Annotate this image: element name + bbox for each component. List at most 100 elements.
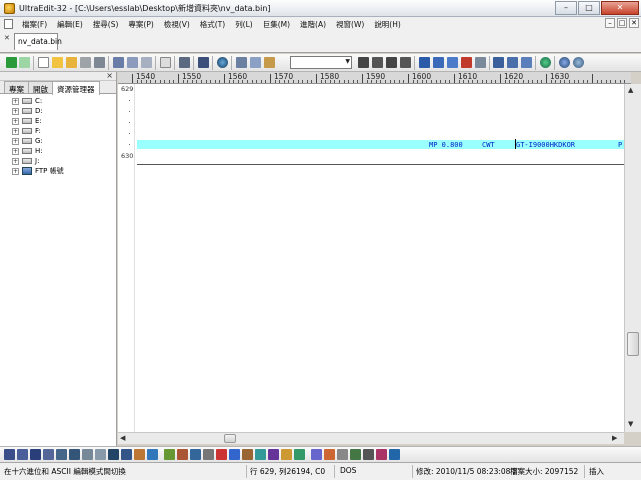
tree-item-e[interactable]: + E: (12, 116, 116, 126)
tree-item-j[interactable]: + J: (12, 156, 116, 166)
scroll-right-icon[interactable]: ▶ (612, 434, 617, 442)
menu-file[interactable]: 檔案(F) (17, 19, 52, 30)
open-folder-alt-icon[interactable] (66, 57, 77, 68)
tile-windows-icon[interactable] (521, 57, 532, 68)
underline-icon[interactable] (30, 449, 41, 460)
print-icon[interactable] (113, 57, 124, 68)
tab-close-icon[interactable]: ✕ (4, 34, 10, 42)
paste-icon[interactable] (264, 57, 275, 68)
css-icon[interactable] (255, 449, 266, 460)
media-icon[interactable] (294, 449, 305, 460)
list-ordered-icon[interactable] (56, 449, 67, 460)
menu-project[interactable]: 專案(P) (123, 19, 158, 30)
pane-close-icon[interactable]: × (106, 71, 113, 80)
menu-help[interactable]: 說明(H) (369, 19, 406, 30)
expand-plus-icon[interactable]: + (12, 147, 19, 155)
align-center-icon[interactable] (108, 449, 119, 460)
checkbox-icon[interactable] (337, 449, 348, 460)
special-char-icon[interactable] (376, 449, 387, 460)
page-setup-icon[interactable] (141, 57, 152, 68)
align-left-icon[interactable] (95, 449, 106, 460)
save-icon[interactable] (94, 57, 105, 68)
tree-item-g[interactable]: + G: (12, 136, 116, 146)
print-preview-icon[interactable] (127, 57, 138, 68)
expand-plus-icon[interactable]: + (12, 167, 19, 175)
context-help-icon[interactable] (573, 57, 584, 68)
list-unordered-icon[interactable] (43, 449, 54, 460)
tab-nv-data-bin[interactable]: nv_data.bin (14, 33, 62, 50)
close-button[interactable]: ✕ (601, 1, 639, 15)
mdi-close-button[interactable]: ✕ (629, 18, 639, 28)
browser-icon[interactable] (217, 57, 228, 68)
back-arrow-icon[interactable] (6, 57, 17, 68)
align-right-icon[interactable] (121, 449, 132, 460)
horizontal-scroll-thumb[interactable] (224, 434, 236, 443)
tree-item-h[interactable]: + H: (12, 146, 116, 156)
vertical-scroll-thumb[interactable] (627, 332, 639, 356)
radio-icon[interactable] (350, 449, 361, 460)
open-folder-icon[interactable] (52, 57, 63, 68)
goto-icon[interactable] (475, 57, 486, 68)
mdi-restore-button[interactable]: □ (617, 18, 627, 28)
frame-icon[interactable] (281, 449, 292, 460)
expand-plus-icon[interactable]: + (12, 137, 19, 145)
web-icon[interactable] (540, 57, 551, 68)
menu-window[interactable]: 視窗(W) (331, 19, 369, 30)
copy-icon[interactable] (250, 57, 261, 68)
new-file-icon[interactable] (38, 57, 49, 68)
script-icon[interactable] (268, 449, 279, 460)
indent-icon[interactable] (69, 449, 80, 460)
expand-plus-icon[interactable]: + (12, 127, 19, 135)
horizontal-scrollbar[interactable]: ◀ ▶ (118, 432, 624, 444)
menu-edit[interactable]: 編輯(E) (52, 19, 88, 30)
table-icon[interactable] (164, 449, 175, 460)
justify-icon[interactable] (400, 57, 411, 68)
forward-arrow-icon[interactable] (19, 57, 30, 68)
image-icon[interactable] (134, 449, 145, 460)
split-horizontal-icon[interactable] (493, 57, 504, 68)
scroll-down-icon[interactable]: ▼ (628, 420, 633, 428)
form-icon[interactable] (177, 449, 188, 460)
html-tag-icon[interactable] (242, 449, 253, 460)
scroll-up-icon[interactable]: ▲ (628, 86, 633, 94)
tree-item-c[interactable]: + C: (12, 96, 116, 106)
menu-search[interactable]: 搜尋(S) (88, 19, 124, 30)
find-next-icon[interactable] (433, 57, 444, 68)
align-right-icon[interactable] (386, 57, 397, 68)
word-wrap-icon[interactable] (160, 57, 171, 68)
tab-project[interactable]: 專案 (4, 81, 29, 94)
expand-plus-icon[interactable]: + (12, 97, 19, 105)
expand-plus-icon[interactable]: + (12, 107, 19, 115)
menu-macro[interactable]: 巨集(M) (258, 19, 295, 30)
tab-open[interactable]: 開啟 (28, 81, 53, 94)
outdent-icon[interactable] (82, 449, 93, 460)
tree-item-ftp[interactable]: + FTP 帳號 (12, 166, 116, 176)
validate-icon[interactable] (324, 449, 335, 460)
font-icon[interactable] (229, 449, 240, 460)
color-icon[interactable] (216, 449, 227, 460)
link-icon[interactable] (147, 449, 158, 460)
hr-icon[interactable] (363, 449, 374, 460)
clipboard-combo[interactable]: ▼ (290, 56, 352, 69)
split-vertical-icon[interactable] (507, 57, 518, 68)
italic-icon[interactable] (17, 449, 28, 460)
close-file-icon[interactable] (80, 57, 91, 68)
comment-icon[interactable] (203, 449, 214, 460)
align-left-icon[interactable] (358, 57, 369, 68)
bold-icon[interactable] (4, 449, 15, 460)
editor-area[interactable]: 629 630 MP 0.800 CWT GT-I9000HKDKOR P (118, 84, 624, 432)
preview-icon[interactable] (311, 449, 322, 460)
marker-icon[interactable] (389, 449, 400, 460)
chevron-down-icon[interactable]: ▼ (345, 58, 350, 65)
menu-advanced[interactable]: 進階(A) (295, 19, 331, 30)
menu-view[interactable]: 檢視(V) (159, 19, 195, 30)
replace-icon[interactable] (447, 57, 458, 68)
help-icon[interactable] (559, 57, 570, 68)
minimize-button[interactable]: – (555, 1, 577, 15)
menu-column[interactable]: 列(L) (230, 19, 258, 30)
cut-icon[interactable] (236, 57, 247, 68)
find-icon[interactable] (419, 57, 430, 68)
mdi-minimize-button[interactable]: – (605, 18, 615, 28)
tree-item-d[interactable]: + D: (12, 106, 116, 116)
document-icon[interactable] (4, 19, 13, 29)
